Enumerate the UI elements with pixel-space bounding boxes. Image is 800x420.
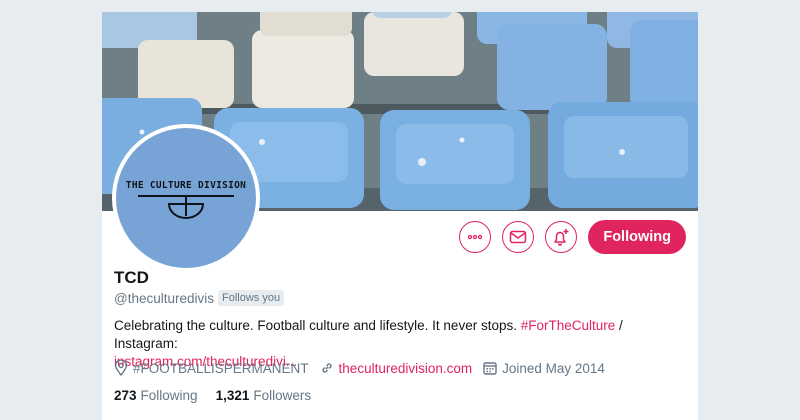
bio-text: Celebrating the culture. Football cultur… [114,318,517,333]
follows-you-badge: Follows you [218,290,285,306]
profile-meta: #FOOTBALLISPERMANENT theculturedivision.… [114,360,616,376]
pitch-logo-icon [138,195,234,219]
profile-stats: 273 Following 1,321 Followers [114,388,329,403]
joined-text: Joined May 2014 [502,360,605,376]
followers-stat[interactable]: 1,321 Followers [216,388,312,403]
following-button[interactable]: Following [588,220,686,254]
more-icon [468,234,483,240]
message-button[interactable] [502,221,535,253]
avatar-logo-text: THE CULTURE DIVISION [125,180,247,191]
followers-count: 1,321 [215,388,250,403]
location: #FOOTBALLISPERMANENT [114,360,309,376]
followers-label: Followers [253,388,312,403]
website-link[interactable]: theculturedivision.com [339,361,473,376]
profile-actions: Following [459,220,686,254]
handle: @theculturedivis [114,290,214,306]
following-stat[interactable]: 273 Following [114,388,198,403]
more-button[interactable] [459,221,492,253]
location-text: #FOOTBALLISPERMANENT [133,360,309,376]
following-label: Following [140,388,198,403]
handle-row: @theculturedivis Follows you [114,290,285,306]
notifications-button[interactable] [545,221,578,253]
profile-card: THE CULTURE DIVISION Following TCD @thec… [102,12,698,420]
display-name: TCD [114,268,149,287]
following-count: 273 [114,388,137,403]
joined-date: Joined May 2014 [483,361,605,376]
bell-plus-icon [554,229,569,246]
avatar[interactable]: THE CULTURE DIVISION [112,124,260,272]
envelope-icon [510,230,527,244]
link-icon [321,363,332,373]
hashtag-link[interactable]: #ForTheCulture [521,318,616,333]
avatar-image: THE CULTURE DIVISION [116,128,256,268]
website: theculturedivision.com [320,361,473,376]
location-pin-icon [114,360,128,376]
calendar-icon [483,362,497,375]
